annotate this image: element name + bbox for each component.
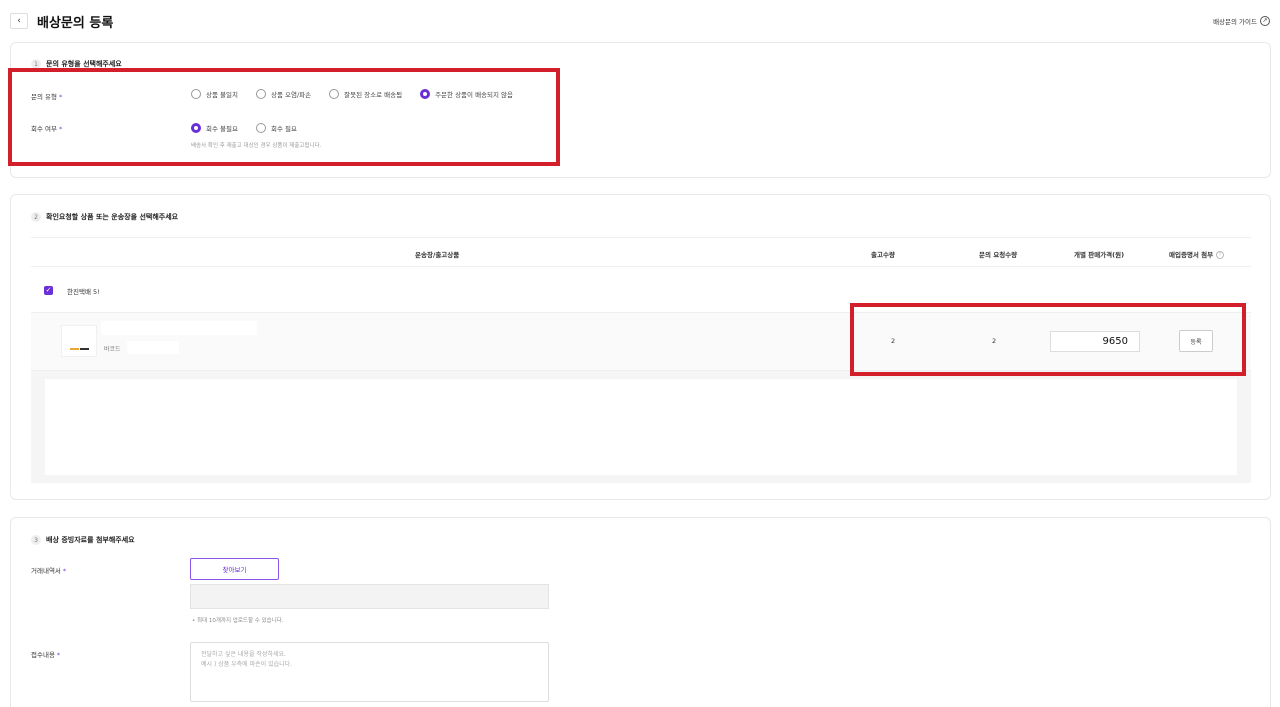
page-title: 배상문의 등록: [37, 16, 114, 31]
back-button[interactable]: ‹: [10, 13, 28, 29]
barcode-redacted: [127, 341, 179, 354]
unit-price-input[interactable]: [1050, 331, 1140, 352]
radio-label: 상품 오염/파손: [270, 91, 312, 99]
empty-list-area: [31, 371, 1251, 483]
help-circle-icon[interactable]: ?: [1216, 251, 1225, 259]
radio-circle-selected[interactable]: [191, 123, 201, 133]
return-needed-label-text: 회수 여부: [31, 125, 57, 133]
step-number: 2: [31, 212, 41, 222]
section-title: 배상 증빙자료를 첨부해주세요: [46, 536, 135, 544]
required-mark: *: [59, 125, 63, 133]
section-heading: 3 배상 증빙자료를 첨부해주세요: [31, 535, 135, 545]
inquiry-type-label-text: 문의 유형: [31, 93, 57, 101]
column-proof-label: 매입증명서 첨부: [1169, 251, 1214, 259]
radio-label: 잘못된 장소로 배송됨: [344, 91, 403, 99]
section-title: 확인요청할 상품 또는 운송장을 선택해주세요: [46, 213, 179, 221]
radio-return-needed[interactable]: 회수 필요: [255, 123, 297, 133]
return-needed-radio-group: 회수 불필요 회수 필요: [191, 123, 297, 133]
radio-circle[interactable]: [191, 89, 201, 99]
product-name-redacted: [101, 321, 257, 335]
section-heading: 1 문의 유형을 선택해주세요: [31, 59, 122, 69]
required-mark: *: [59, 93, 63, 101]
radio-product-mismatch[interactable]: 상품 불일치: [191, 89, 238, 99]
content-textarea[interactable]: [190, 642, 549, 702]
barcode-label: 바코드: [104, 346, 121, 353]
carrier-name: 한진택배 5!: [67, 288, 100, 296]
radio-label: 상품 불일치: [206, 91, 238, 99]
radio-label: 회수 필요: [270, 125, 297, 133]
section-heading: 2 확인요청할 상품 또는 운송장을 선택해주세요: [31, 212, 178, 222]
thumbnail-stripe: [80, 348, 89, 350]
radio-not-delivered[interactable]: 주문한 상품이 배송되지 않음: [420, 89, 513, 99]
request-qty-value: 2: [992, 337, 997, 345]
register-proof-button[interactable]: 등록: [1179, 330, 1213, 352]
inquiry-type-label: 문의 유형 *: [31, 91, 62, 101]
column-product: 운송장/출고상품: [415, 251, 460, 259]
section-title: 문의 유형을 선택해주세요: [46, 60, 122, 68]
radio-circle[interactable]: [255, 89, 266, 99]
required-mark: *: [62, 567, 67, 575]
guide-link-label: 배상문의 가이드: [1213, 18, 1257, 26]
arrow-circle-icon: ↗: [1260, 16, 1270, 26]
file-list-box: [190, 584, 549, 609]
top-bar: ‹ 배상문의 등록 배상문의 가이드 ↗: [0, 0, 1280, 40]
radio-label: 회수 불필요: [206, 125, 238, 133]
empty-list-panel: [45, 379, 1237, 475]
inquiry-type-radio-group: 상품 불일치 상품 오염/파손 잘못된 장소로 배송됨 주문한 상품이 배송되지…: [191, 89, 513, 99]
carrier-checkbox[interactable]: ✓: [44, 286, 53, 295]
inquiry-type-section: 1 문의 유형을 선택해주세요 문의 유형 * 상품 불일치 상품 오염/파손 잘…: [10, 42, 1271, 178]
column-proof: 매입증명서 첨부?: [1169, 249, 1225, 259]
return-hint-text: 배송사 확인 후 재출고 대상인 경우 상품이 재출고됩니다.: [191, 143, 322, 149]
return-needed-label: 회수 여부 *: [31, 123, 62, 133]
content-label: 접수내용 *: [31, 649, 60, 659]
table-header: 운송장/출고상품 출고수량 문의 요청수량 개별 판매가격(원) 매입증명서 첨…: [31, 237, 1251, 267]
radio-wrong-address[interactable]: 잘못된 장소로 배송됨: [329, 89, 402, 99]
thumbnail-stripe: [70, 348, 79, 350]
product-thumbnail: [61, 325, 97, 357]
radio-return-not-needed[interactable]: 회수 불필요: [191, 123, 238, 133]
radio-product-damaged[interactable]: 상품 오염/파손: [255, 89, 312, 99]
column-unit-price: 개별 판매가격(원): [1074, 251, 1125, 259]
shipped-qty-value: 2: [891, 337, 896, 345]
upload-note: • 최대 10개까지 업로드할 수 있습니다.: [192, 618, 284, 624]
step-number: 3: [31, 535, 41, 545]
content-label-text: 접수내용: [31, 651, 55, 659]
column-request-qty: 문의 요청수량: [979, 251, 1018, 259]
product-row: 바코드 2 2 등록: [31, 313, 1251, 371]
radio-label: 주문한 상품이 배송되지 않음: [435, 91, 514, 99]
guide-link[interactable]: 배상문의 가이드 ↗: [1213, 16, 1270, 26]
evidence-section: 3 배상 증빙자료를 첨부해주세요 거래내역서 * 찾아보기 • 최대 10개까지…: [10, 517, 1271, 707]
statement-label-text: 거래내역서: [31, 567, 61, 575]
required-mark: *: [56, 651, 61, 659]
statement-label: 거래내역서 *: [31, 565, 66, 575]
radio-circle[interactable]: [255, 123, 266, 133]
carrier-row: ✓ 한진택배 5!: [31, 267, 1251, 313]
product-selection-section: 2 확인요청할 상품 또는 운송장을 선택해주세요 운송장/출고상품 출고수량 …: [10, 194, 1271, 500]
chevron-left-icon: ‹: [17, 16, 21, 26]
radio-circle-selected[interactable]: [420, 89, 431, 99]
find-file-button[interactable]: 찾아보기: [190, 558, 279, 580]
radio-circle[interactable]: [329, 89, 340, 99]
step-number: 1: [31, 59, 41, 69]
column-shipped-qty: 출고수량: [871, 251, 895, 259]
